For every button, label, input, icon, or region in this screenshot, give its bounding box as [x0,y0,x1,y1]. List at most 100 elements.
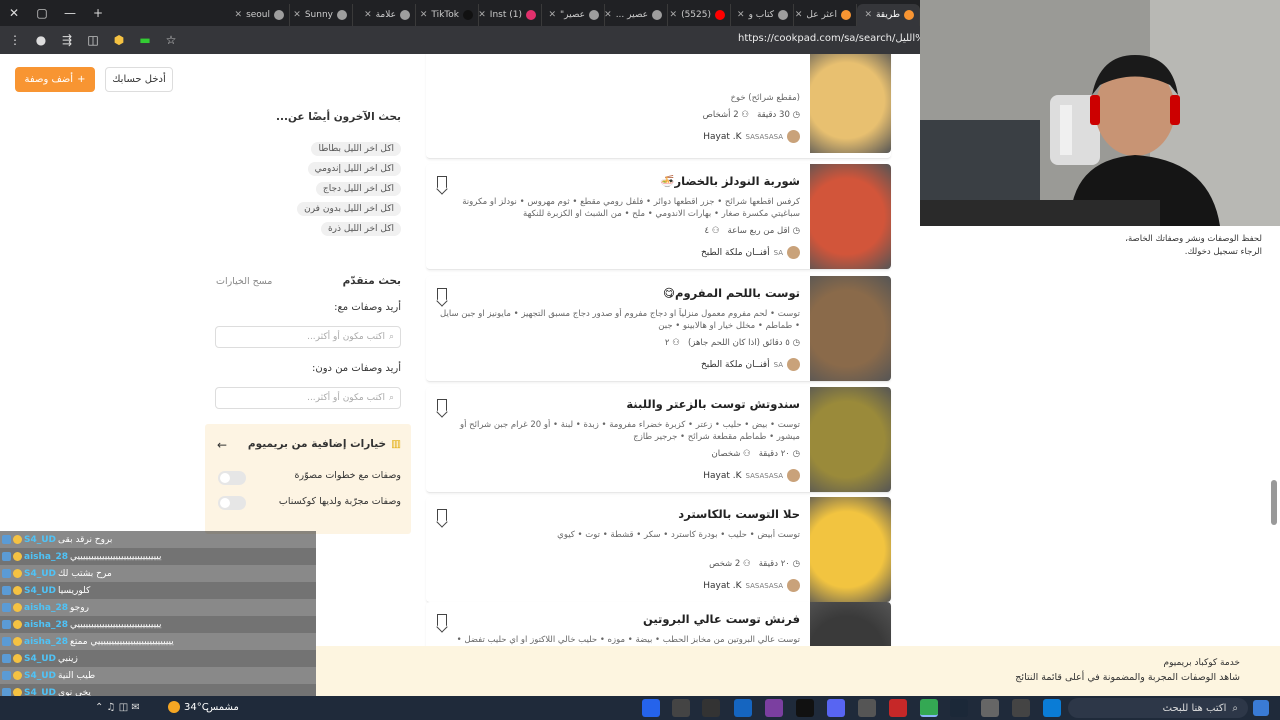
taskbar-search[interactable]: ⌕ اكتب هنا للبحث [1068,698,1248,718]
tab-title: عصير" [560,10,585,20]
chrome-icon[interactable] [920,699,938,717]
badge-icon [2,586,11,595]
premium-banner[interactable]: خدمة كوكباد بريميوم شاهد الوصفات المجربة… [316,646,1280,696]
related-search-chip[interactable]: اكل اخر الليل بدون فرن [297,202,401,216]
sub-badge-icon [13,535,22,544]
minimize-icon[interactable]: — [56,0,84,26]
recipe-card[interactable]: فرنش توست عالي البروتين توست عالي البروتي… [426,602,891,646]
recipe-author[interactable]: SA أفنــان ملكة الطبخ [701,358,800,371]
recipe-title[interactable]: فرنش توست عالي البروتين [643,612,800,626]
recipe-title[interactable]: سندوتش توست بالزعتر واللبنة [626,397,800,411]
recipe-card[interactable]: توست باللحم المفروم😋 توست • لحم مفروم معم… [426,276,891,382]
recipe-card[interactable]: شوربة النودلز بالخضار🍜 كرفس اقطعها شرائح … [426,164,891,270]
browser-tab[interactable]: seoul ✕ [227,4,290,26]
add-recipe-button[interactable]: + أضف وصفة [15,67,95,92]
app-icon-blue[interactable] [734,699,752,717]
close-tab-icon[interactable]: ✕ [737,10,745,20]
browser-tab[interactable]: (5525) ✕ [668,4,731,26]
related-search-chip[interactable]: اكل اخر الليل بطاطا [311,142,401,156]
login-button[interactable]: أدخل حسابك [105,67,173,92]
browser-tab[interactable]: عصير" ✕ [542,4,605,26]
close-tab-icon[interactable]: ✕ [605,10,612,20]
recipe-author[interactable]: SA أفنــان ملكة الطبخ [701,246,800,259]
recipe-image[interactable] [810,497,891,602]
recipe-image[interactable] [810,164,891,269]
edge-icon[interactable] [1043,699,1061,717]
close-window-icon[interactable]: ✕ [0,0,28,26]
scrollbar[interactable] [1271,480,1277,525]
browser-tab[interactable]: TikTok ✕ [416,4,479,26]
app-icon-gear[interactable] [981,699,999,717]
taskbar-app-icon[interactable] [642,699,660,717]
recipe-image[interactable] [810,602,891,646]
app-icon-gray[interactable] [858,699,876,717]
browser-tab[interactable]: Sunny ✕ [290,4,353,26]
photo-steps-toggle[interactable] [218,471,246,485]
with-ingredients-input[interactable]: ⌕ اكتب مكون أو أكثر... [215,326,401,348]
puzzle-icon[interactable]: ◫ [84,33,102,47]
close-tab-icon[interactable]: ✕ [420,10,428,20]
bookmark-icon[interactable] [437,399,447,412]
recipe-card[interactable]: (مقطع شرائح) خوخ ◷ 30 دقيقة ⚇ 2 أشخاص SASA… [426,54,891,159]
recipe-image[interactable] [810,54,891,153]
tab-title: اعثر عل [806,10,837,20]
bookmark-star-icon[interactable]: ☆ [162,33,180,47]
recipe-card[interactable]: سندوتش توست بالزعتر واللبنة توست • بيض • … [426,387,891,493]
obs-icon[interactable] [765,699,783,717]
clock-icon: ◷ [792,559,800,569]
recipe-image[interactable] [810,276,891,381]
recipe-author[interactable]: SASASASA Hayat .K [703,469,800,482]
browser-tab[interactable]: (1) Inst ✕ [479,4,542,26]
browser-tab[interactable]: اعثر عل ✕ [794,4,857,26]
discord-icon[interactable] [827,699,845,717]
related-search-chip[interactable]: اكل اخر الليل دجاج [315,182,401,196]
chat-username: S4_UD [24,670,57,681]
clear-options-link[interactable]: مسح الخيارات [216,276,272,287]
start-icon[interactable] [1253,700,1269,716]
file-explorer-icon[interactable] [1012,699,1030,717]
recipe-author[interactable]: SASASASA Hayat .K [703,579,800,592]
app-icon-dark[interactable] [796,699,814,717]
close-tab-icon[interactable]: ✕ [293,10,301,20]
extension-green-icon[interactable]: ▬ [136,33,154,47]
cooksnap-toggle[interactable] [218,496,246,510]
recipe-author[interactable]: SASASASA Hayat .K [703,130,800,143]
recipe-title[interactable]: توست باللحم المفروم😋 [663,286,800,300]
browser-tab[interactable]: عصير ...✕ [605,4,668,26]
browser-tab[interactable]: كتاب و ✕ [731,4,794,26]
terminal-icon[interactable] [702,699,720,717]
back-arrow-icon[interactable]: ← [217,438,227,452]
close-tab-icon[interactable]: ✕ [364,10,372,20]
close-tab-icon[interactable]: ✕ [670,10,678,20]
profile-icon[interactable]: ● [32,33,50,47]
recipe-card[interactable]: حلا التوست بالكاسترد توست أبيض • حليب • ب… [426,497,891,603]
menu-icon[interactable]: ⋮ [6,33,24,47]
new-tab-icon[interactable]: + [84,0,112,26]
system-tray-icons[interactable]: ⌃ ♫ ◫ ✉ [95,702,140,713]
maximize-icon[interactable]: ▢ [28,0,56,26]
badge-icon [2,552,11,561]
related-search-chip[interactable]: اكل اخر الليل إندومي [307,162,401,176]
close-tab-icon[interactable]: ✕ [548,10,556,20]
steam-icon[interactable] [950,699,968,717]
close-tab-icon[interactable]: ✕ [235,10,243,20]
recipe-title[interactable]: حلا التوست بالكاسترد [678,507,800,521]
close-tab-icon[interactable]: ✕ [864,10,872,20]
bookmark-icon[interactable] [437,288,447,301]
related-search-chip[interactable]: اكل اخر الليل ذرة [320,222,401,236]
close-tab-icon[interactable]: ✕ [795,10,803,20]
app-icon-red[interactable] [889,699,907,717]
bookmark-icon[interactable] [437,176,447,189]
recipe-title[interactable]: شوربة النودلز بالخضار🍜 [660,174,800,188]
browser-tab[interactable]: علامة ✕ [353,4,416,26]
bookmark-icon[interactable] [437,509,447,522]
extensions-icon[interactable]: ⇶ [58,33,76,47]
shield-icon[interactable]: ⬢ [110,33,128,47]
tab-title: علامة [375,10,396,20]
recipe-image[interactable] [810,387,891,492]
browser-tab[interactable]: طريقة ✕ [857,4,920,26]
without-ingredients-input[interactable]: ⌕ اكتب مكون أو أكثر... [215,387,401,409]
close-tab-icon[interactable]: ✕ [479,10,486,20]
settings-icon[interactable] [672,699,690,717]
bookmark-icon[interactable] [437,614,447,627]
